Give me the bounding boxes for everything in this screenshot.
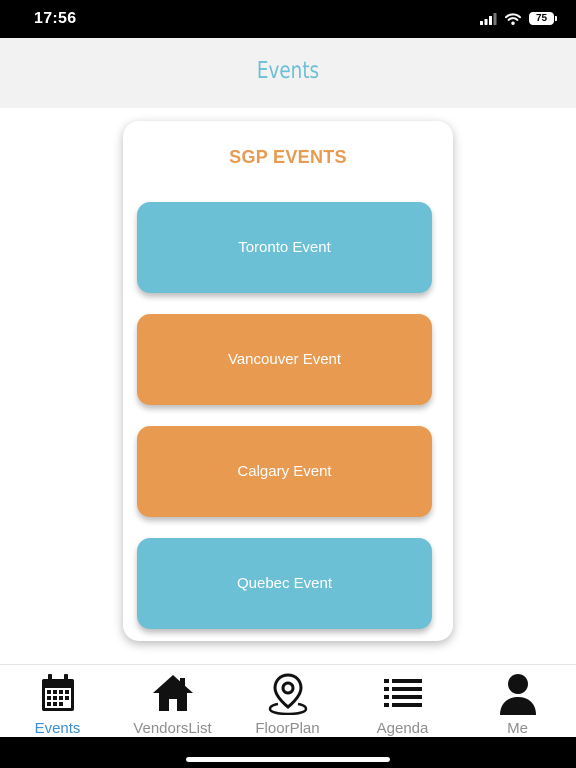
quebec-event-button[interactable]: Quebec Event — [137, 538, 432, 629]
home-indicator[interactable] — [186, 757, 390, 762]
status-bar: 17:56 75 — [0, 0, 576, 38]
list-icon — [383, 679, 422, 707]
tab-label: FloorPlan — [255, 720, 320, 737]
home-icon — [152, 675, 193, 711]
tab-bar: Events VendorsList FloorPlan Agenda Me — [0, 664, 576, 737]
tab-events[interactable]: Events — [0, 665, 115, 738]
vancouver-event-button[interactable]: Vancouver Event — [137, 314, 432, 405]
tab-floorplan[interactable]: FloorPlan — [230, 665, 345, 738]
tab-label: Events — [34, 720, 81, 737]
tab-vendorslist[interactable]: VendorsList — [115, 665, 230, 738]
nav-header: Events — [0, 38, 576, 108]
calgary-event-button[interactable]: Calgary Event — [137, 426, 432, 517]
tab-me[interactable]: Me — [460, 665, 575, 738]
calendar-icon — [41, 674, 74, 711]
tab-agenda[interactable]: Agenda — [345, 665, 460, 738]
map-pin-icon — [268, 673, 307, 715]
person-icon — [499, 674, 536, 715]
home-indicator-bar — [0, 737, 576, 768]
battery-icon: 75 — [529, 12, 557, 25]
event-button-label: Quebec Event — [236, 575, 333, 592]
wifi-icon — [505, 12, 521, 25]
events-card: SGP EVENTS Toronto Event Vancouver Event… — [123, 121, 453, 641]
event-button-label: Vancouver Event — [227, 351, 342, 368]
main-content: SGP EVENTS Toronto Event Vancouver Event… — [0, 108, 576, 664]
card-title: SGP EVENTS — [229, 147, 347, 167]
tab-label: Me — [507, 720, 528, 737]
event-button-label: Toronto Event — [238, 239, 331, 256]
status-icons: 75 — [480, 12, 557, 25]
cellular-signal-icon — [480, 12, 497, 25]
page-title: Events — [256, 58, 320, 84]
tab-label: VendorsList — [133, 720, 212, 737]
event-button-label: Calgary Event — [237, 463, 332, 480]
toronto-event-button[interactable]: Toronto Event — [137, 202, 432, 293]
tab-label: Agenda — [376, 720, 429, 737]
status-time: 17:56 — [34, 10, 77, 27]
